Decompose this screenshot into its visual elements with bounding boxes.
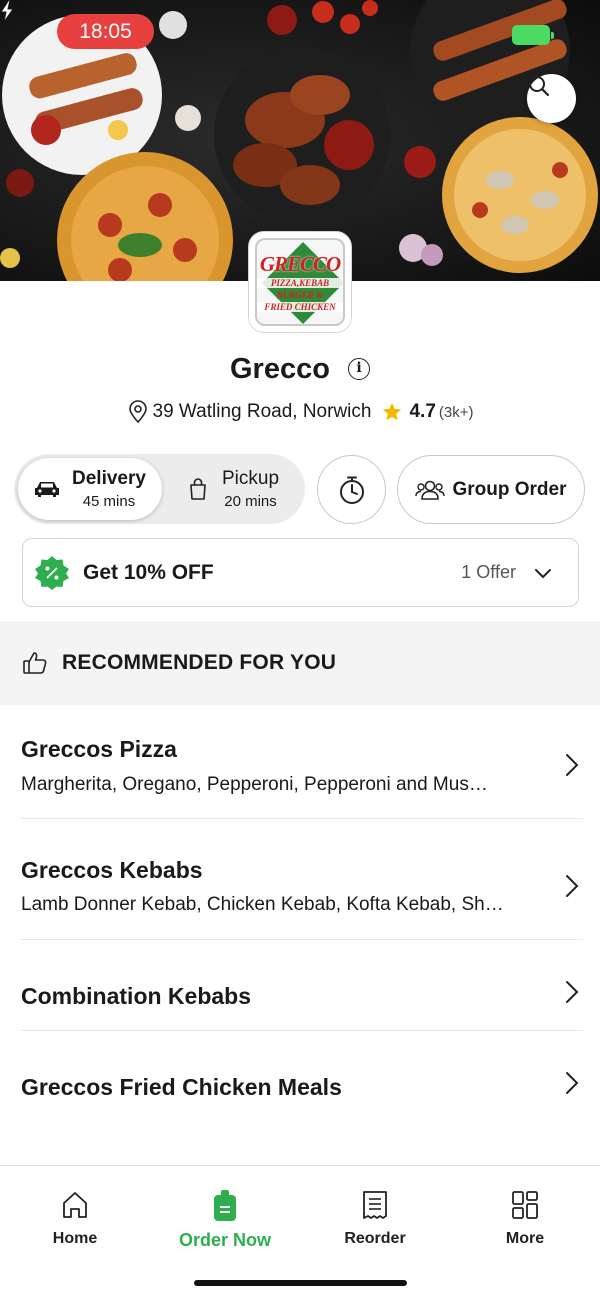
tab-more[interactable]: More — [465, 1190, 585, 1248]
schedule-button[interactable] — [317, 455, 386, 524]
tab-label: Home — [52, 1230, 98, 1247]
group-order-label: Group Order — [452, 478, 567, 500]
delivery-time: 45 mins — [82, 493, 136, 510]
offer-banner[interactable]: Get 10% OFF 1 Offer — [22, 538, 579, 607]
tab-order-now[interactable]: Order Now — [165, 1190, 285, 1251]
category-title: Greccos Kebabs — [21, 857, 203, 883]
category-items: Margherita, Oregano, Pepperoni, Pepperon… — [21, 774, 488, 795]
tab-label: Reorder — [344, 1230, 406, 1247]
battery-icon — [512, 25, 554, 45]
charging-bolt-icon — [0, 0, 14, 22]
chevron-right-icon — [566, 875, 579, 897]
category-title: Greccos Fried Chicken Meals — [21, 1074, 342, 1100]
pickup-option[interactable]: Pickup 20 mins — [178, 458, 302, 520]
category-row[interactable]: Greccos Fried Chicken Meals — [21, 1031, 583, 1131]
restaurant-name-row: Grecco i — [0, 352, 600, 386]
delivery-option[interactable]: Delivery 45 mins — [18, 458, 162, 520]
home-icon — [63, 1192, 87, 1218]
offer-title: Get 10% OFF — [83, 560, 214, 584]
offer-count: 1 Offer — [461, 562, 516, 582]
stopwatch-icon — [339, 476, 364, 504]
chevron-down-icon[interactable] — [534, 567, 552, 579]
receipt-icon — [363, 1191, 387, 1219]
home-indicator[interactable] — [194, 1280, 407, 1286]
discount-badge-icon — [35, 555, 69, 590]
pickup-label: Pickup — [222, 468, 280, 489]
star-icon — [383, 402, 402, 421]
order-mode-toggle: Delivery 45 mins Pickup 20 mins — [14, 454, 305, 524]
restaurant-name: Grecco — [229, 352, 330, 385]
restaurant-meta: 39 Watling Road, Norwich 4.7 (3k+) — [0, 400, 600, 424]
rating-count: (3k+) — [438, 403, 474, 421]
grid-icon — [512, 1191, 538, 1219]
category-row[interactable]: Greccos Pizza Margherita, Oregano, Peppe… — [21, 705, 583, 819]
status-time: 18:05 — [57, 14, 154, 49]
category-items: Lamb Donner Kebab, Chicken Kebab, Kofta … — [21, 894, 504, 915]
bag-icon — [190, 478, 206, 500]
category-row[interactable]: Combination Kebabs — [21, 940, 583, 1031]
tab-label: Order Now — [178, 1230, 271, 1250]
search-icon — [529, 76, 550, 97]
pickup-time: 20 mins — [224, 493, 277, 510]
tab-home[interactable]: Home — [15, 1190, 135, 1248]
order-bag-icon — [214, 1190, 236, 1221]
recommended-title: RECOMMENDED FOR YOU — [62, 651, 337, 674]
category-title: Combination Kebabs — [21, 983, 252, 1009]
bottom-tab-bar: Home Order Now Reorder More — [0, 1165, 600, 1298]
car-icon — [35, 482, 59, 497]
group-order-button[interactable]: Group Order — [397, 455, 585, 524]
tab-reorder[interactable]: Reorder — [315, 1190, 435, 1248]
thumbs-up-icon — [23, 652, 47, 674]
restaurant-logo: GRECCO PIZZA,KEBAB BURGER & FRIED CHICKE… — [248, 231, 352, 333]
chevron-right-icon — [566, 981, 579, 1003]
restaurant-address[interactable]: 39 Watling Road, Norwich — [153, 401, 372, 423]
delivery-label: Delivery — [72, 468, 146, 489]
group-icon — [415, 480, 446, 500]
category-row[interactable]: Greccos Kebabs Lamb Donner Kebab, Chicke… — [21, 819, 583, 940]
location-pin-icon — [128, 400, 147, 424]
tab-label: More — [505, 1230, 545, 1247]
info-icon[interactable]: i — [348, 358, 370, 381]
category-title: Greccos Pizza — [21, 736, 177, 762]
rating-value: 4.7 — [409, 401, 436, 422]
chevron-right-icon — [566, 1072, 579, 1094]
search-button[interactable] — [527, 74, 576, 123]
recommended-header: RECOMMENDED FOR YOU — [0, 621, 600, 705]
chevron-right-icon — [566, 754, 579, 776]
